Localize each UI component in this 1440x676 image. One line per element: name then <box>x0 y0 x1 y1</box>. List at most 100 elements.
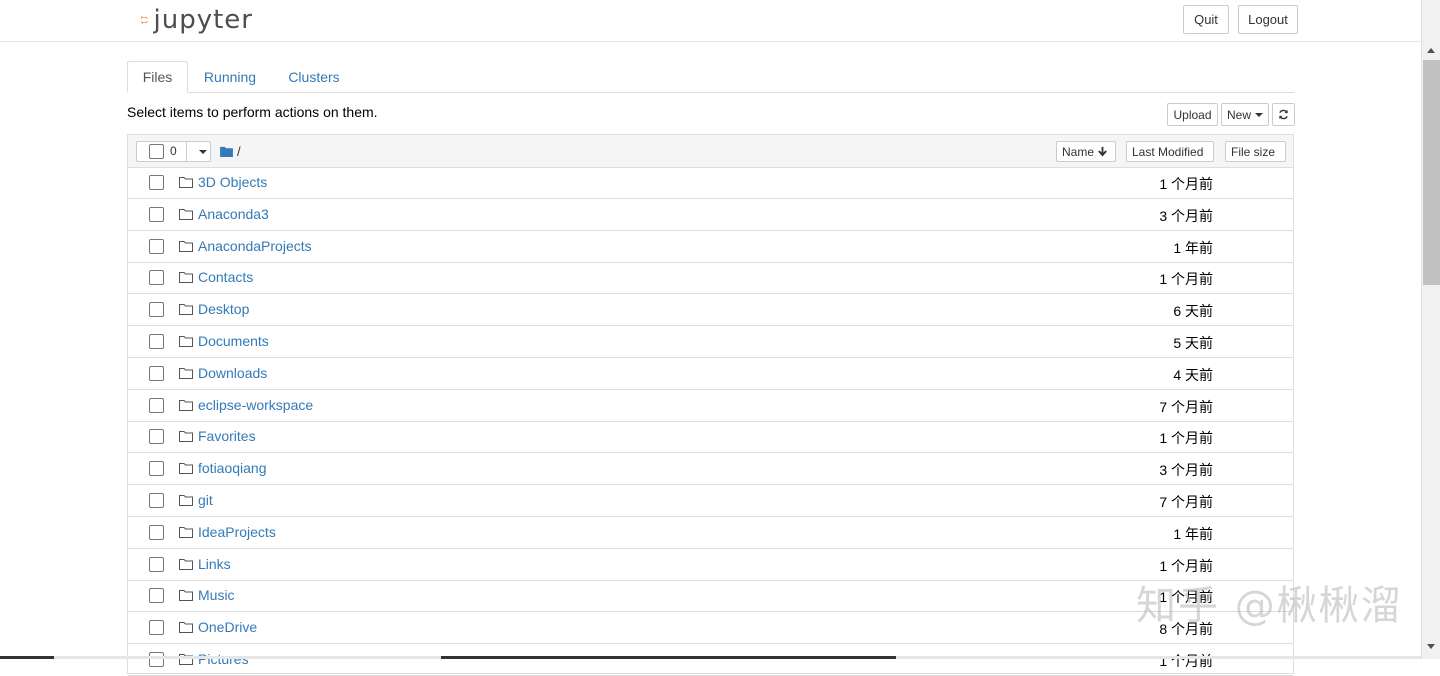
jupyter-logo[interactable]: jupyter <box>141 4 253 36</box>
caret-down-icon <box>1255 112 1263 117</box>
row-checkbox[interactable] <box>149 588 164 604</box>
file-row[interactable]: AnacondaProjects 1 年前 <box>128 231 1293 263</box>
row-checkbox[interactable] <box>149 493 164 508</box>
file-name-link[interactable]: Documents <box>198 333 269 349</box>
row-checkbox[interactable] <box>149 652 164 667</box>
instructions-text: Select items to perform actions on them. <box>127 104 378 120</box>
file-modified: 1 个月前 <box>1159 176 1213 192</box>
file-row[interactable]: IdeaProjects 1 年前 <box>128 517 1293 549</box>
file-row[interactable]: Contacts 1 个月前 <box>128 262 1293 295</box>
jupyter-logo-icon <box>141 16 148 24</box>
file-row[interactable]: Documents 5 天前 <box>128 326 1293 358</box>
file-list: 0 / Name Last Modified File size 3D Obje… <box>127 134 1294 676</box>
row-checkbox[interactable] <box>149 620 164 636</box>
file-name-link[interactable]: 3D Objects <box>198 174 267 190</box>
file-modified: 1 个月前 <box>1159 271 1213 288</box>
refresh-button[interactable] <box>1272 103 1295 126</box>
folder-open-icon <box>179 177 193 188</box>
folder-open-icon <box>179 622 193 634</box>
row-checkbox[interactable] <box>149 302 164 318</box>
folder-open-icon <box>179 240 193 252</box>
selector-divider <box>186 142 187 161</box>
file-name-link[interactable]: Downloads <box>198 365 267 381</box>
file-name-link[interactable]: Favorites <box>198 428 256 444</box>
file-modified: 1 年前 <box>1173 239 1213 256</box>
new-button[interactable]: New <box>1221 103 1269 126</box>
file-modified: 1 个月前 <box>1159 589 1213 606</box>
file-name-link[interactable]: Pictures <box>198 651 249 667</box>
folder-open-icon <box>179 654 193 665</box>
sort-by-modified-button[interactable]: Last Modified <box>1126 141 1214 162</box>
file-name-link[interactable]: AnacondaProjects <box>198 238 312 254</box>
folder-open-icon <box>179 304 193 316</box>
file-row[interactable]: fotiaoqiang 3 个月前 <box>128 453 1293 486</box>
folder-open-icon <box>179 495 193 506</box>
file-row[interactable]: OneDrive 8 个月前 <box>128 612 1293 645</box>
file-name-link[interactable]: Music <box>198 587 235 603</box>
file-name-link[interactable]: git <box>198 492 213 508</box>
file-row[interactable]: eclipse-workspace 7 个月前 <box>128 390 1293 422</box>
tab-running[interactable]: Running <box>195 61 265 92</box>
file-modified: 7 个月前 <box>1159 494 1213 510</box>
new-button-label: New <box>1226 107 1251 122</box>
file-row[interactable]: Pictures 1 个月前 <box>128 644 1293 676</box>
select-all-dropdown[interactable]: 0 <box>136 141 211 162</box>
tab-clusters[interactable]: Clusters <box>277 61 351 92</box>
top-header: jupyter Quit Logout <box>0 0 1421 42</box>
file-row[interactable]: 3D Objects 1 个月前 <box>128 167 1293 199</box>
caret-down-icon[interactable] <box>199 150 207 154</box>
scroll-down-icon[interactable] <box>1427 644 1435 649</box>
scroll-up-icon[interactable] <box>1427 48 1435 53</box>
folder-open-icon <box>179 558 193 570</box>
row-checkbox[interactable] <box>149 556 164 572</box>
file-modified: 1 个月前 <box>1159 430 1213 447</box>
upload-button[interactable]: Upload <box>1167 103 1218 126</box>
file-modified: 5 天前 <box>1173 335 1213 351</box>
scrollbar-thumb[interactable] <box>1423 60 1440 285</box>
row-checkbox[interactable] <box>149 524 164 540</box>
file-name-link[interactable]: Anaconda3 <box>198 206 269 222</box>
folder-open-icon <box>179 590 193 602</box>
file-modified: 4 天前 <box>1173 366 1213 383</box>
file-name-link[interactable]: Contacts <box>198 269 253 285</box>
breadcrumb[interactable]: / <box>220 144 241 159</box>
folder-open-icon <box>179 526 193 538</box>
arrow-down-icon <box>1098 146 1107 157</box>
sort-by-name-button[interactable]: Name <box>1056 141 1116 162</box>
folder-icon <box>220 146 233 157</box>
row-checkbox[interactable] <box>149 206 164 222</box>
row-checkbox[interactable] <box>149 461 164 477</box>
sort-by-size-button[interactable]: File size <box>1225 141 1286 162</box>
file-name-link[interactable]: fotiaoqiang <box>198 460 267 476</box>
file-row[interactable]: Anaconda3 3 个月前 <box>128 199 1293 231</box>
file-name-link[interactable]: OneDrive <box>198 619 257 635</box>
refresh-icon <box>1279 109 1288 120</box>
file-row[interactable]: Music 1 个月前 <box>128 580 1293 613</box>
file-row[interactable]: Favorites 1 个月前 <box>128 421 1293 454</box>
file-row[interactable]: git 7 个月前 <box>128 485 1293 517</box>
quit-button[interactable]: Quit <box>1183 5 1229 34</box>
file-row[interactable]: Links 1 个月前 <box>128 549 1293 581</box>
tab-bar: Files Running Clusters <box>127 61 1294 93</box>
file-name-link[interactable]: IdeaProjects <box>198 524 276 540</box>
row-checkbox[interactable] <box>149 365 164 381</box>
select-all-checkbox[interactable] <box>149 144 164 159</box>
tab-files[interactable]: Files <box>127 61 188 93</box>
row-checkbox[interactable] <box>149 238 164 254</box>
row-checkbox[interactable] <box>149 270 164 286</box>
row-checkbox[interactable] <box>149 334 164 349</box>
breadcrumb-root[interactable]: / <box>237 144 241 159</box>
vertical-scrollbar[interactable] <box>1421 0 1440 659</box>
logout-button[interactable]: Logout <box>1238 5 1298 34</box>
row-checkbox[interactable] <box>149 429 164 445</box>
file-name-link[interactable]: Links <box>198 556 231 572</box>
folder-open-icon <box>179 272 193 284</box>
row-checkbox[interactable] <box>149 397 164 413</box>
file-name-link[interactable]: eclipse-workspace <box>198 397 313 413</box>
file-name-link[interactable]: Desktop <box>198 301 249 317</box>
folder-open-icon <box>179 336 193 347</box>
file-row[interactable]: Downloads 4 天前 <box>128 358 1293 390</box>
file-row[interactable]: Desktop 6 天前 <box>128 294 1293 327</box>
file-modified: 6 天前 <box>1173 303 1213 320</box>
row-checkbox[interactable] <box>149 175 164 190</box>
